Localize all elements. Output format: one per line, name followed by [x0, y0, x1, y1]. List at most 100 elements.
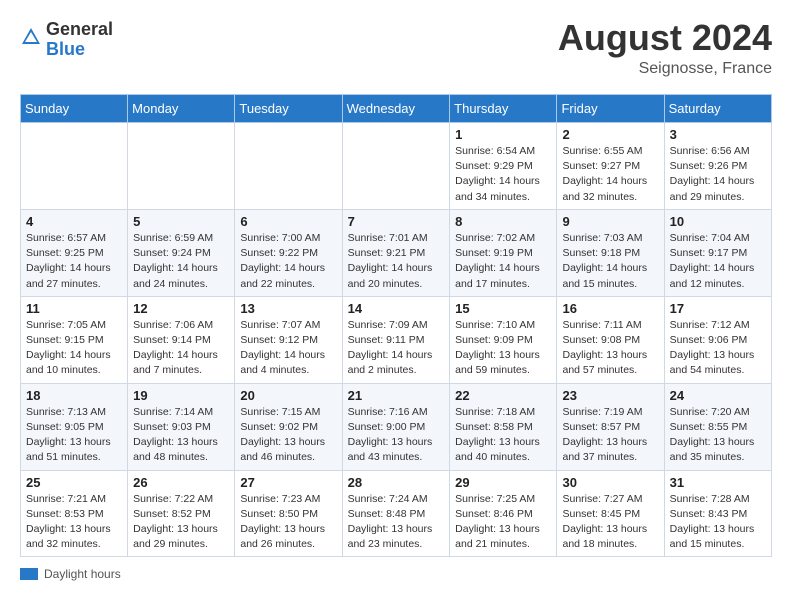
day-info: Sunrise: 7:21 AM Sunset: 8:53 PM Dayligh…	[26, 492, 122, 553]
month-year: August 2024	[558, 20, 772, 56]
day-number: 31	[670, 475, 766, 490]
day-number: 8	[455, 214, 551, 229]
calendar-week-row: 1 Sunrise: 6:54 AM Sunset: 9:29 PM Daylig…	[21, 123, 772, 210]
day-info: Sunrise: 7:19 AM Sunset: 8:57 PM Dayligh…	[562, 405, 658, 466]
day-info: Sunrise: 7:10 AM Sunset: 9:09 PM Dayligh…	[455, 318, 551, 379]
calendar-week-row: 18Sunrise: 7:13 AM Sunset: 9:05 PM Dayli…	[21, 383, 772, 470]
calendar-cell: 27 Sunrise: 7:23 AM Sunset: 8:50 PM Dayli…	[235, 470, 342, 557]
day-info: Sunrise: 7:00 AM Sunset: 9:22 PM Dayligh…	[240, 231, 336, 292]
day-info: Sunrise: 6:55 AM Sunset: 9:27 PM Dayligh…	[562, 144, 658, 205]
day-number: 26	[133, 475, 229, 490]
weekday-header-sunday: Sunday	[21, 95, 128, 123]
day-number: 12	[133, 301, 229, 316]
day-info: Sunrise: 7:16 AM Sunset: 9:00 PM Dayligh…	[348, 405, 445, 466]
calendar-cell: 20Sunrise: 7:15 AM Sunset: 9:02 PM Dayli…	[235, 383, 342, 470]
day-number: 6	[240, 214, 336, 229]
calendar-cell: 16 Sunrise: 7:11 AM Sunset: 9:08 PM Dayli…	[557, 296, 664, 383]
day-info: Sunrise: 7:12 AM Sunset: 9:06 PM Dayligh…	[670, 318, 766, 379]
day-number: 15	[455, 301, 551, 316]
day-info: Sunrise: 7:02 AM Sunset: 9:19 PM Dayligh…	[455, 231, 551, 292]
calendar-cell: 29 Sunrise: 7:25 AM Sunset: 8:46 PM Dayli…	[450, 470, 557, 557]
title-block: August 2024 Seignosse, France	[558, 20, 772, 78]
calendar-cell: 26Sunrise: 7:22 AM Sunset: 8:52 PM Dayli…	[128, 470, 235, 557]
daylight-color-swatch	[20, 568, 38, 580]
calendar-cell: 23 Sunrise: 7:19 AM Sunset: 8:57 PM Dayli…	[557, 383, 664, 470]
day-info: Sunrise: 7:11 AM Sunset: 9:08 PM Dayligh…	[562, 318, 658, 379]
page-header: General Blue August 2024 Seignosse, Fran…	[20, 20, 772, 78]
calendar-cell: 5 Sunrise: 6:59 AM Sunset: 9:24 PM Daylig…	[128, 209, 235, 296]
calendar-cell: 7Sunrise: 7:01 AM Sunset: 9:21 PM Daylig…	[342, 209, 450, 296]
day-number: 18	[26, 388, 122, 403]
calendar-table: SundayMondayTuesdayWednesdayThursdayFrid…	[20, 94, 772, 557]
calendar-cell: 17 Sunrise: 7:12 AM Sunset: 9:06 PM Dayli…	[664, 296, 771, 383]
calendar-week-row: 4Sunrise: 6:57 AM Sunset: 9:25 PM Daylig…	[21, 209, 772, 296]
day-number: 28	[348, 475, 445, 490]
calendar-cell: 25Sunrise: 7:21 AM Sunset: 8:53 PM Dayli…	[21, 470, 128, 557]
day-number: 17	[670, 301, 766, 316]
day-info: Sunrise: 6:56 AM Sunset: 9:26 PM Dayligh…	[670, 144, 766, 205]
day-number: 30	[562, 475, 658, 490]
day-info: Sunrise: 6:59 AM Sunset: 9:24 PM Dayligh…	[133, 231, 229, 292]
calendar-cell	[21, 123, 128, 210]
day-number: 13	[240, 301, 336, 316]
calendar-cell: 9Sunrise: 7:03 AM Sunset: 9:18 PM Daylig…	[557, 209, 664, 296]
calendar-week-row: 11Sunrise: 7:05 AM Sunset: 9:15 PM Dayli…	[21, 296, 772, 383]
calendar-cell: 3 Sunrise: 6:56 AM Sunset: 9:26 PM Daylig…	[664, 123, 771, 210]
day-number: 29	[455, 475, 551, 490]
calendar-cell: 10 Sunrise: 7:04 AM Sunset: 9:17 PM Dayli…	[664, 209, 771, 296]
weekday-header-row: SundayMondayTuesdayWednesdayThursdayFrid…	[21, 95, 772, 123]
day-number: 23	[562, 388, 658, 403]
day-number: 1	[455, 127, 551, 142]
calendar-cell: 1 Sunrise: 6:54 AM Sunset: 9:29 PM Daylig…	[450, 123, 557, 210]
day-info: Sunrise: 7:05 AM Sunset: 9:15 PM Dayligh…	[26, 318, 122, 379]
calendar-cell: 12 Sunrise: 7:06 AM Sunset: 9:14 PM Dayli…	[128, 296, 235, 383]
calendar-cell: 28Sunrise: 7:24 AM Sunset: 8:48 PM Dayli…	[342, 470, 450, 557]
day-info: Sunrise: 7:25 AM Sunset: 8:46 PM Dayligh…	[455, 492, 551, 553]
day-number: 16	[562, 301, 658, 316]
day-info: Sunrise: 7:23 AM Sunset: 8:50 PM Dayligh…	[240, 492, 336, 553]
calendar-cell: 14Sunrise: 7:09 AM Sunset: 9:11 PM Dayli…	[342, 296, 450, 383]
calendar-cell: 21 Sunrise: 7:16 AM Sunset: 9:00 PM Dayli…	[342, 383, 450, 470]
logo: General Blue	[20, 20, 113, 60]
day-number: 3	[670, 127, 766, 142]
calendar-week-row: 25Sunrise: 7:21 AM Sunset: 8:53 PM Dayli…	[21, 470, 772, 557]
calendar-cell: 31 Sunrise: 7:28 AM Sunset: 8:43 PM Dayli…	[664, 470, 771, 557]
day-info: Sunrise: 7:09 AM Sunset: 9:11 PM Dayligh…	[348, 318, 445, 379]
day-info: Sunrise: 7:07 AM Sunset: 9:12 PM Dayligh…	[240, 318, 336, 379]
day-info: Sunrise: 7:28 AM Sunset: 8:43 PM Dayligh…	[670, 492, 766, 553]
day-number: 27	[240, 475, 336, 490]
day-number: 5	[133, 214, 229, 229]
footer: Daylight hours	[20, 567, 772, 581]
calendar-cell: 30Sunrise: 7:27 AM Sunset: 8:45 PM Dayli…	[557, 470, 664, 557]
weekday-header-tuesday: Tuesday	[235, 95, 342, 123]
logo-general: General	[46, 20, 113, 40]
day-info: Sunrise: 7:18 AM Sunset: 8:58 PM Dayligh…	[455, 405, 551, 466]
weekday-header-friday: Friday	[557, 95, 664, 123]
day-number: 9	[562, 214, 658, 229]
day-number: 7	[348, 214, 445, 229]
day-info: Sunrise: 7:06 AM Sunset: 9:14 PM Dayligh…	[133, 318, 229, 379]
day-info: Sunrise: 7:04 AM Sunset: 9:17 PM Dayligh…	[670, 231, 766, 292]
calendar-cell: 15 Sunrise: 7:10 AM Sunset: 9:09 PM Dayli…	[450, 296, 557, 383]
logo-blue: Blue	[46, 40, 113, 60]
weekday-header-thursday: Thursday	[450, 95, 557, 123]
day-info: Sunrise: 7:20 AM Sunset: 8:55 PM Dayligh…	[670, 405, 766, 466]
calendar-cell: 6 Sunrise: 7:00 AM Sunset: 9:22 PM Daylig…	[235, 209, 342, 296]
weekday-header-saturday: Saturday	[664, 95, 771, 123]
calendar-cell: 19Sunrise: 7:14 AM Sunset: 9:03 PM Dayli…	[128, 383, 235, 470]
day-number: 19	[133, 388, 229, 403]
calendar-cell	[235, 123, 342, 210]
day-info: Sunrise: 6:54 AM Sunset: 9:29 PM Dayligh…	[455, 144, 551, 205]
location: Seignosse, France	[558, 60, 772, 78]
calendar-cell: 8 Sunrise: 7:02 AM Sunset: 9:19 PM Daylig…	[450, 209, 557, 296]
day-number: 10	[670, 214, 766, 229]
calendar-cell: 2Sunrise: 6:55 AM Sunset: 9:27 PM Daylig…	[557, 123, 664, 210]
calendar-cell	[128, 123, 235, 210]
day-number: 21	[348, 388, 445, 403]
calendar-cell: 4Sunrise: 6:57 AM Sunset: 9:25 PM Daylig…	[21, 209, 128, 296]
day-info: Sunrise: 6:57 AM Sunset: 9:25 PM Dayligh…	[26, 231, 122, 292]
logo-icon	[20, 26, 42, 48]
day-number: 20	[240, 388, 336, 403]
calendar-cell	[342, 123, 450, 210]
calendar-cell: 13 Sunrise: 7:07 AM Sunset: 9:12 PM Dayli…	[235, 296, 342, 383]
